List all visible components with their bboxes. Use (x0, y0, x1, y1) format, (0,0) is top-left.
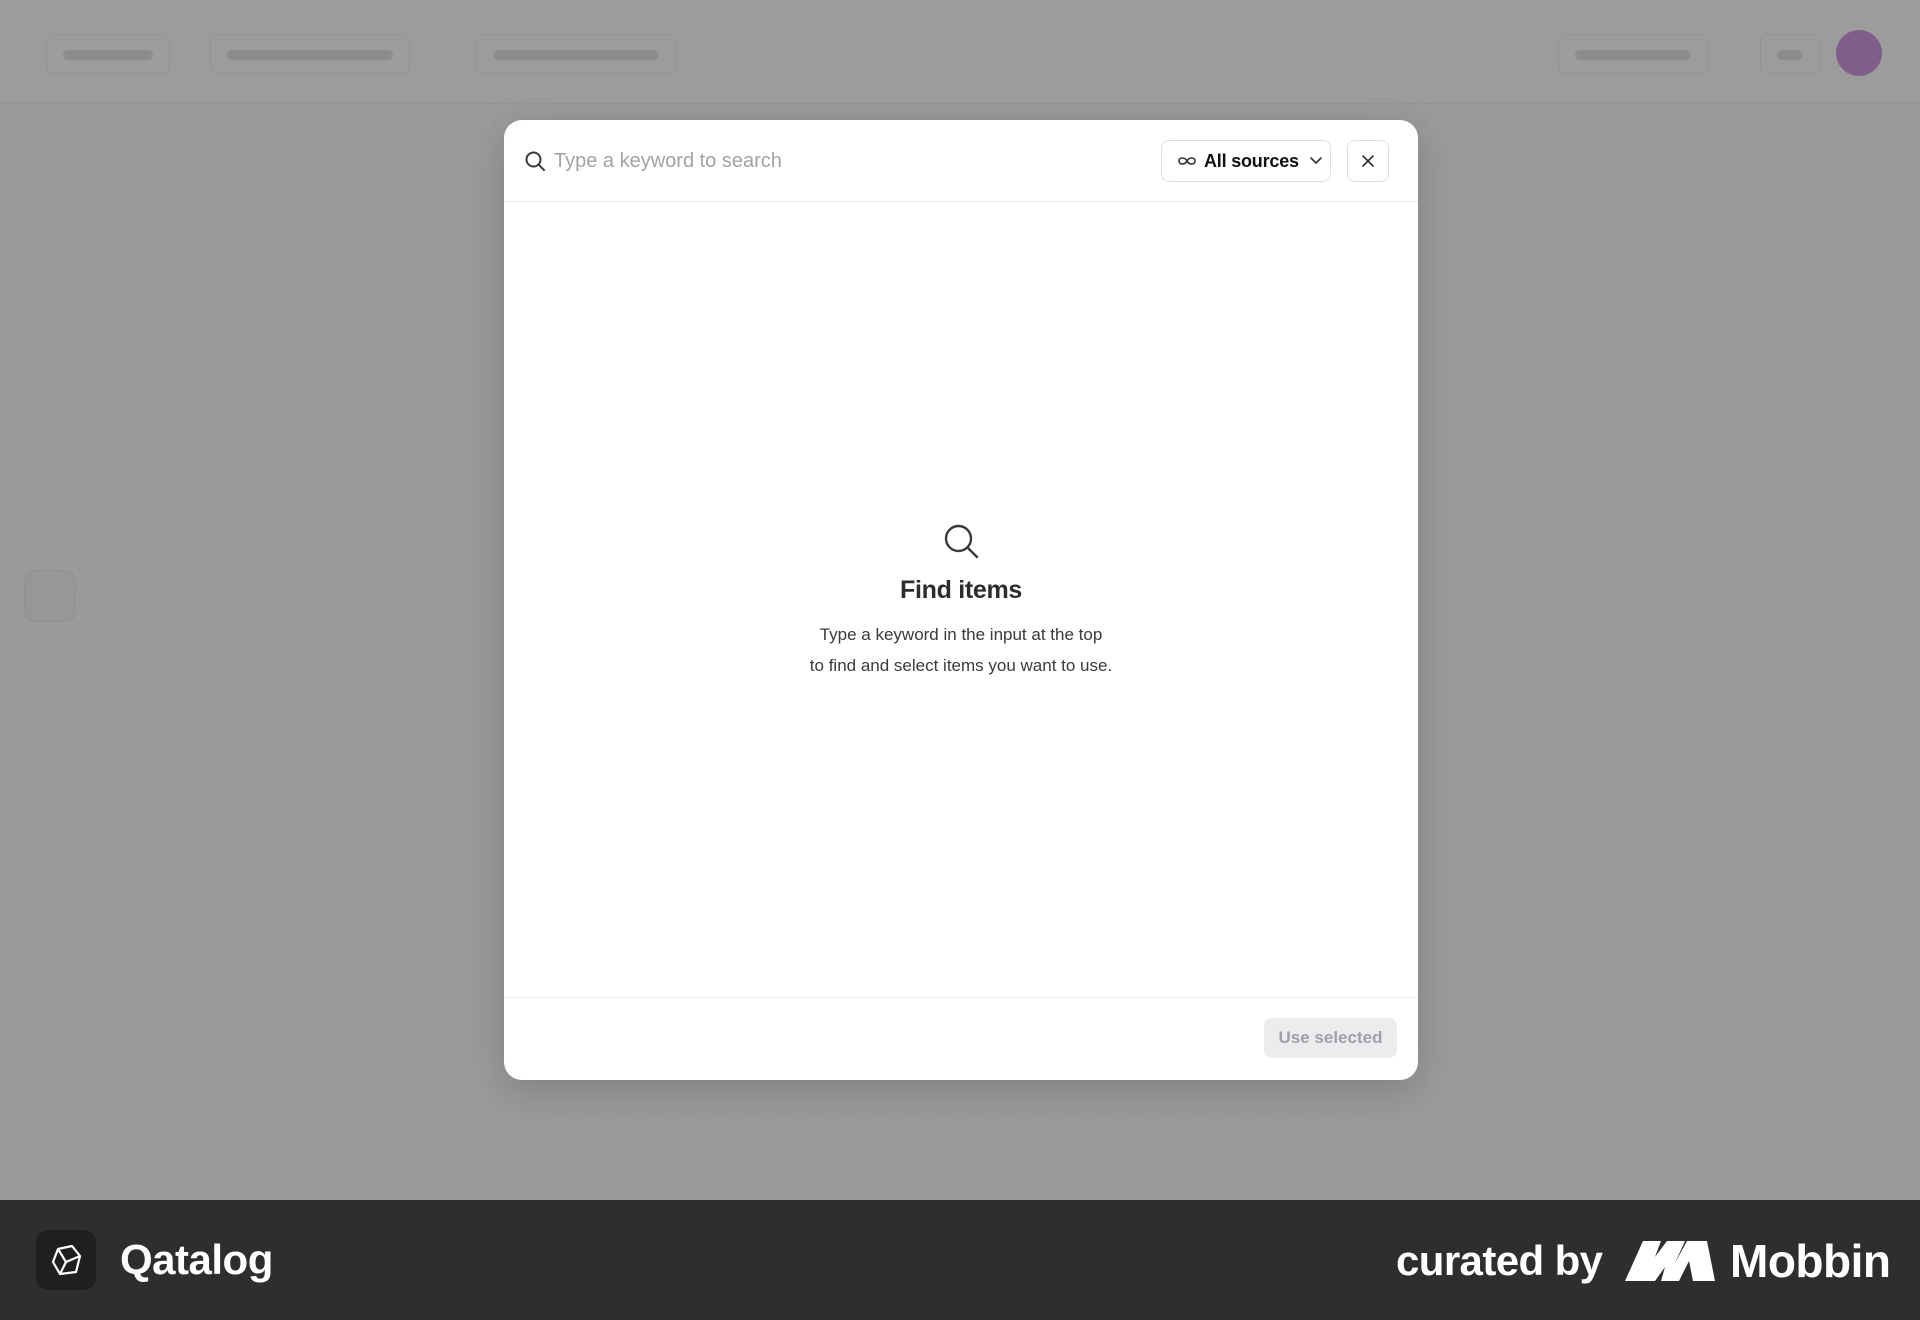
modal-header: All sources (504, 120, 1418, 202)
source-filter-label: All sources (1204, 150, 1299, 171)
chevron-down-icon (1310, 157, 1322, 164)
use-selected-button[interactable]: Use selected (1264, 1018, 1397, 1058)
curator-name: Mobbin (1730, 1235, 1891, 1287)
mobbin-logo-icon (1625, 1241, 1715, 1281)
source-filter-dropdown[interactable]: All sources (1161, 140, 1331, 182)
item-picker-modal: All sources Find items Type a keyword in… (504, 120, 1418, 1080)
empty-state-line: to find and select items you want to use… (809, 656, 1113, 675)
qatalog-logo-icon (36, 1230, 96, 1290)
empty-state-description: Type a keyword in the input at the top t… (504, 619, 1418, 681)
search-icon (524, 150, 546, 172)
search-icon (944, 524, 979, 559)
modal-footer: Use selected (504, 997, 1418, 1080)
curated-by-label: curated by (1396, 1237, 1603, 1284)
empty-state: Find items Type a keyword in the input a… (504, 522, 1418, 681)
empty-state-line: Type a keyword in the input at the top (819, 625, 1103, 644)
app-name: Qatalog (120, 1236, 273, 1283)
close-icon (1362, 155, 1374, 167)
close-button[interactable] (1347, 140, 1389, 182)
infinity-icon (1178, 157, 1196, 165)
search-input[interactable] (554, 142, 1114, 180)
empty-state-title: Find items (899, 576, 1022, 604)
